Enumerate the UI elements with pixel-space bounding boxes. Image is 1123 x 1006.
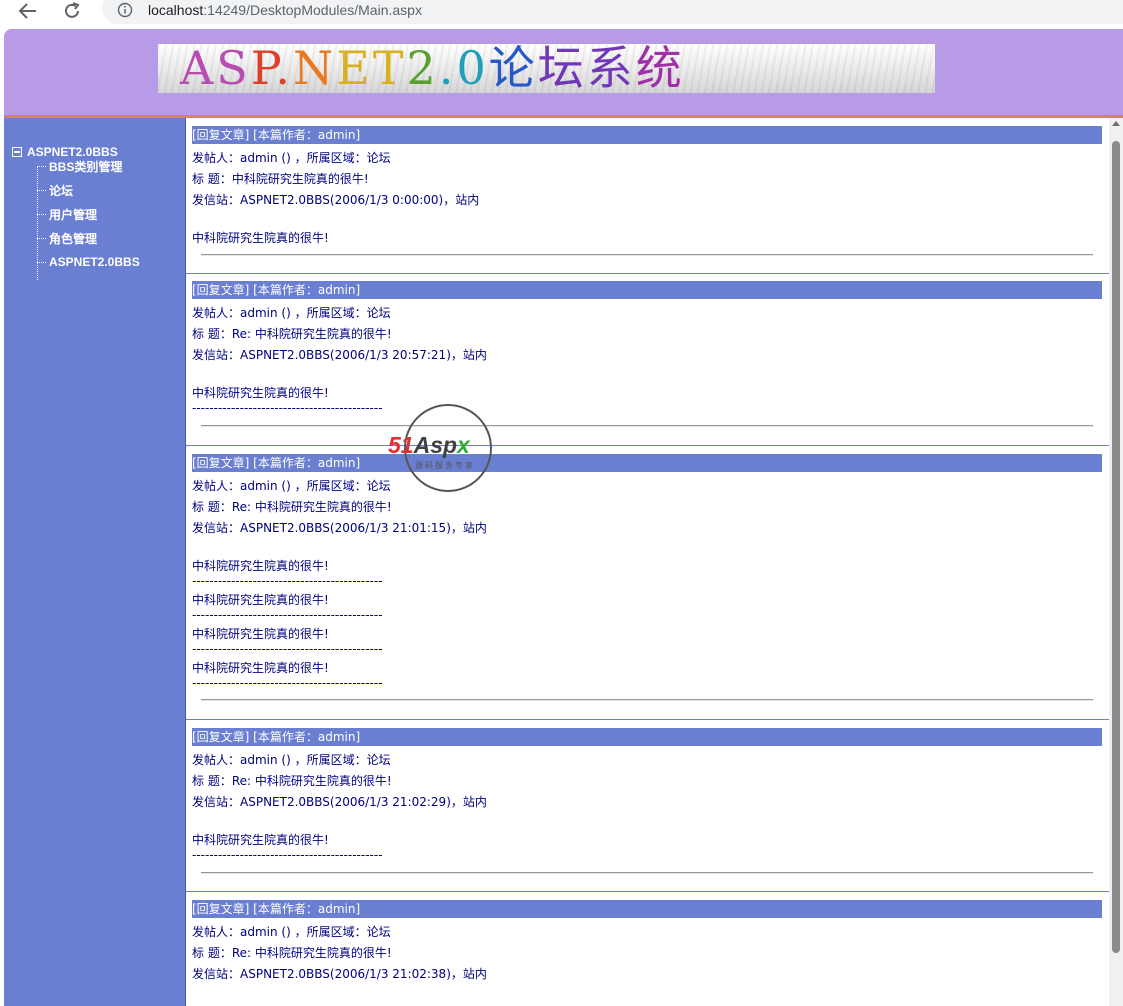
banner-char: N bbox=[293, 44, 337, 93]
tree-branch bbox=[37, 213, 46, 215]
sidebar-item-label[interactable]: ASPNET2.0BBS bbox=[49, 255, 140, 269]
post-title: 标 题：Re: 中科院研究生院真的很牛! bbox=[192, 946, 392, 960]
post-body: 中科院研究生院真的很牛! bbox=[192, 559, 329, 573]
url-host: localhost bbox=[148, 2, 204, 18]
url-path: :14249/DesktopModules/Main.aspx bbox=[203, 2, 422, 18]
forum-page: ASP.NET2.0论坛系统 ASPNET2.0BBS BBS类别管理 论坛 用… bbox=[4, 29, 1123, 1006]
banner-char: 系 bbox=[586, 44, 636, 93]
post-station: 发信站：ASPNET2.0BBS(2006/1/3 21:01:15)，站内 bbox=[192, 521, 487, 535]
post-dashes: ----------------------------------------… bbox=[192, 676, 383, 690]
info-icon[interactable] bbox=[117, 2, 133, 18]
sidebar-item-label[interactable]: 角色管理 bbox=[49, 230, 97, 247]
sidebar-item-users[interactable]: 用户管理 bbox=[37, 206, 97, 222]
post-title: 标 题：Re: 中科院研究生院真的很牛! bbox=[192, 327, 392, 341]
post-station: 发信站：ASPNET2.0BBS(2006/1/3 0:00:00)，站内 bbox=[192, 193, 480, 207]
scrollbar-thumb[interactable] bbox=[1112, 141, 1120, 953]
post-header: [回复文章] [本篇作者：admin] bbox=[192, 900, 1102, 918]
sidebar-item-label[interactable]: BBS类别管理 bbox=[49, 158, 122, 175]
post-dashes: ----------------------------------------… bbox=[192, 574, 383, 588]
post-title: 标 题：中科院研究生院真的很牛! bbox=[192, 172, 369, 186]
post-station: 发信站：ASPNET2.0BBS(2006/1/3 21:02:29)，站内 bbox=[192, 795, 487, 809]
post-separator bbox=[201, 699, 1093, 701]
sidebar-item-home[interactable]: ASPNET2.0BBS bbox=[37, 254, 140, 270]
banner-char: E bbox=[336, 44, 373, 93]
banner-char: 2 bbox=[406, 44, 439, 93]
watermark-number: 51 bbox=[388, 432, 414, 458]
post-body: 中科院研究生院真的很牛! bbox=[192, 661, 329, 675]
reload-icon[interactable] bbox=[60, 0, 84, 22]
banner-char: . bbox=[275, 44, 294, 93]
banner-char: A bbox=[180, 44, 217, 93]
banner-char: P bbox=[250, 44, 276, 93]
banner-logo: ASP.NET2.0论坛系统 bbox=[158, 44, 935, 93]
post-title: 标 题：Re: 中科院研究生院真的很牛! bbox=[192, 774, 392, 788]
post-item: [回复文章] [本篇作者：admin] 发帖人：admin () ，所属区域：论… bbox=[186, 118, 1110, 274]
banner-char: 论 bbox=[488, 44, 538, 93]
post-station: 发信站：ASPNET2.0BBS(2006/1/3 21:02:38)，站内 bbox=[192, 967, 487, 981]
watermark-logo: 51Aspx 源码服务专家 bbox=[385, 404, 515, 494]
watermark-brand: 51Aspx bbox=[388, 432, 470, 459]
tree-branch bbox=[37, 237, 46, 239]
post-header: [回复文章] [本篇作者：admin] bbox=[192, 281, 1102, 299]
banner-char: . bbox=[438, 44, 457, 93]
post-header: [回复文章] [本篇作者：admin] bbox=[192, 126, 1102, 144]
post-header: [回复文章] [本篇作者：admin] bbox=[192, 728, 1102, 746]
sidebar-tree: ASPNET2.0BBS BBS类别管理 论坛 用户管理 角色管理 ASPNET… bbox=[4, 118, 185, 1006]
banner-char: S bbox=[216, 44, 251, 93]
banner-char: T bbox=[372, 44, 407, 93]
post-title: 标 题：Re: 中科院研究生院真的很牛! bbox=[192, 500, 392, 514]
post-dashes: ----------------------------------------… bbox=[192, 401, 383, 415]
post-separator bbox=[201, 254, 1093, 256]
scroll-up-arrow-icon[interactable] bbox=[1112, 121, 1120, 126]
post-separator bbox=[201, 872, 1093, 874]
tree-branch bbox=[37, 261, 46, 263]
post-item: [回复文章] [本篇作者：admin] 发帖人：admin () ，所属区域：论… bbox=[186, 273, 1110, 446]
post-header: [回复文章] [本篇作者：admin] bbox=[192, 454, 1102, 472]
post-item: [回复文章] [本篇作者：admin] 发帖人：admin () ，所属区域：论… bbox=[186, 446, 1110, 720]
watermark-x: x bbox=[457, 432, 470, 458]
post-dashes: ----------------------------------------… bbox=[192, 848, 383, 862]
banner-title: ASP.NET2.0论坛系统 bbox=[180, 44, 685, 93]
post-poster: 发帖人：admin () ，所属区域：论坛 bbox=[192, 479, 391, 493]
post-station: 发信站：ASPNET2.0BBS(2006/1/3 20:57:21)，站内 bbox=[192, 348, 487, 362]
site-header: ASP.NET2.0论坛系统 bbox=[4, 29, 1123, 115]
watermark-word: Asp bbox=[413, 432, 458, 458]
browser-toolbar: localhost:14249/DesktopModules/Main.aspx bbox=[0, 0, 1123, 25]
watermark-subtitle: 源码服务专家 bbox=[415, 461, 475, 470]
banner-char: 统 bbox=[635, 44, 685, 93]
vertical-scrollbar[interactable] bbox=[1109, 118, 1123, 1006]
post-dashes: ----------------------------------------… bbox=[192, 608, 383, 622]
post-body: 中科院研究生院真的很牛! bbox=[192, 833, 329, 847]
post-poster: 发帖人：admin () ，所属区域：论坛 bbox=[192, 151, 391, 165]
sidebar-item-label[interactable]: 用户管理 bbox=[49, 206, 97, 223]
sidebar-item-roles[interactable]: 角色管理 bbox=[37, 230, 97, 246]
banner-char: 坛 bbox=[537, 44, 587, 93]
post-body: 中科院研究生院真的很牛! bbox=[192, 593, 329, 607]
post-body: 中科院研究生院真的很牛! bbox=[192, 231, 329, 245]
tree-branch bbox=[37, 165, 46, 167]
post-separator bbox=[201, 425, 1093, 427]
url-text[interactable]: localhost:14249/DesktopModules/Main.aspx bbox=[148, 2, 422, 18]
post-list: [回复文章] [本篇作者：admin] 发帖人：admin () ，所属区域：论… bbox=[185, 118, 1110, 1006]
sidebar-item-bbs-category[interactable]: BBS类别管理 bbox=[37, 158, 122, 174]
post-poster: 发帖人：admin () ，所属区域：论坛 bbox=[192, 306, 391, 320]
post-body: 中科院研究生院真的很牛! bbox=[192, 386, 329, 400]
post-item: [回复文章] [本篇作者：admin] 发帖人：admin () ，所属区域：论… bbox=[186, 892, 1110, 1006]
tree-branch bbox=[37, 189, 46, 191]
collapse-icon[interactable] bbox=[12, 147, 22, 157]
sidebar-item-forum[interactable]: 论坛 bbox=[37, 182, 73, 198]
post-body: 中科院研究生院真的很牛! bbox=[192, 627, 329, 641]
post-poster: 发帖人：admin () ，所属区域：论坛 bbox=[192, 925, 391, 939]
post-poster: 发帖人：admin () ，所属区域：论坛 bbox=[192, 753, 391, 767]
post-dashes: ----------------------------------------… bbox=[192, 642, 383, 656]
banner-char: 0 bbox=[456, 44, 489, 93]
post-item: [回复文章] [本篇作者：admin] 发帖人：admin () ，所属区域：论… bbox=[186, 720, 1110, 892]
sidebar-item-label[interactable]: 论坛 bbox=[49, 182, 73, 199]
back-arrow-icon[interactable] bbox=[16, 0, 40, 22]
